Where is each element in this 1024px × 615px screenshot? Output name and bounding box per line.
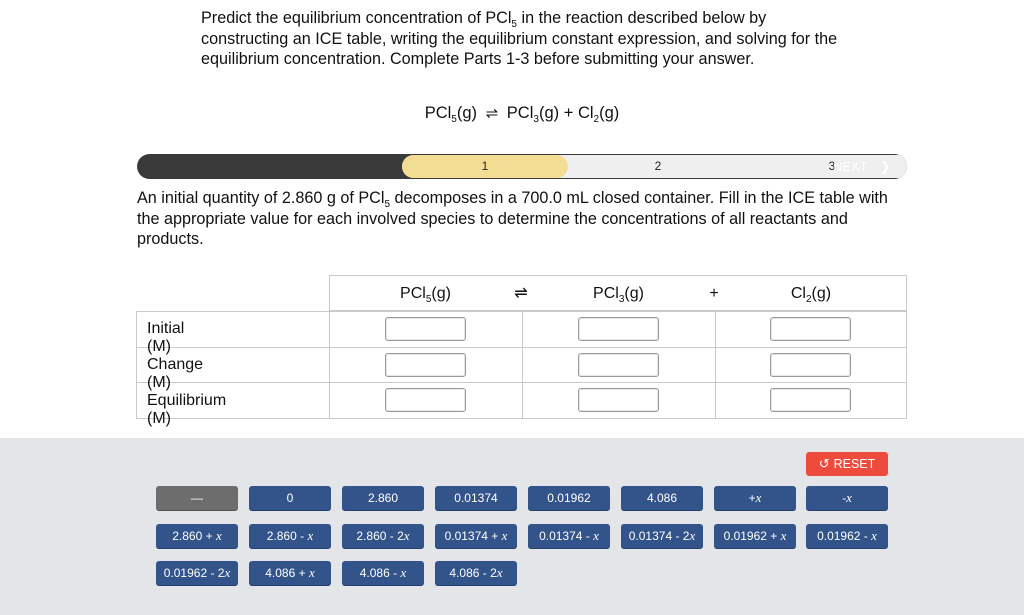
answer-tile[interactable]: 4.086 + x [249, 561, 331, 585]
change-cl2-input[interactable] [770, 353, 851, 377]
equilibrium-cl2-input[interactable] [770, 388, 851, 412]
step-2[interactable]: 2 [655, 154, 662, 179]
row-label-equilibrium: Equilibrium (M) [147, 392, 227, 427]
equilibrium-pcl3-input[interactable] [578, 388, 659, 412]
answer-tile[interactable]: 2.860 [342, 486, 424, 510]
answer-tile[interactable]: 0.01374 - x [528, 524, 610, 548]
header-cl2: Cl2(g) [790, 285, 832, 305]
step-1[interactable]: 1 [482, 154, 489, 179]
answer-tile[interactable]: 0.01962 + x [714, 524, 796, 548]
problem-statement: An initial quantity of 2.860 g of PCl5 d… [137, 189, 888, 248]
answer-tile[interactable]: 2.860 - 2x [342, 524, 424, 548]
answer-tile[interactable]: 0.01374 - 2x [621, 524, 703, 548]
row-label-initial: Initial (M) [147, 320, 185, 355]
undo-icon: ↺ [818, 456, 830, 471]
answer-tile[interactable]: 0.01374 [435, 486, 517, 510]
answer-tile[interactable]: +x [714, 486, 796, 510]
equilibrium-arrow-icon: ⇌ [485, 105, 499, 122]
reaction-equation: PCl5(g) ⇌ PCl3(g) + Cl2(g) [424, 104, 620, 125]
answer-tile[interactable]: -x [806, 486, 888, 510]
answer-tile[interactable]: 2.860 + x [156, 524, 238, 548]
answer-tile[interactable]: 0.01962 - x [806, 524, 888, 548]
answer-tile[interactable]: 0.01962 - 2x [156, 561, 238, 585]
change-pcl5-input[interactable] [385, 353, 466, 377]
initial-cl2-input[interactable] [770, 317, 851, 341]
answer-tile[interactable]: — [156, 486, 238, 510]
answer-tile[interactable]: 2.860 - x [249, 524, 331, 548]
question-prompt: Predict the equilibrium concentration of… [201, 9, 838, 68]
answer-tile-palette: ↺ RESET — 0 2.860 0.01374 0.01962 4.086 +x -x 2.8… [0, 438, 1024, 615]
step-progress-bar: 1 2 3 NEXT ❯ [137, 154, 907, 179]
initial-pcl3-input[interactable] [578, 317, 659, 341]
chevron-right-icon: ❯ [879, 159, 891, 174]
answer-tile[interactable]: 0.01374 + x [435, 524, 517, 548]
next-button[interactable]: NEXT ❯ [833, 154, 891, 179]
answer-tile[interactable]: 4.086 - 2x [435, 561, 517, 585]
answer-tile[interactable]: 0 [249, 486, 331, 510]
initial-pcl5-input[interactable] [385, 317, 466, 341]
answer-tile[interactable]: 4.086 [621, 486, 703, 510]
equilibrium-pcl5-input[interactable] [385, 388, 466, 412]
answer-tile[interactable]: 0.01962 [528, 486, 610, 510]
row-label-change: Change (M) [147, 356, 204, 391]
reset-button[interactable]: ↺ RESET [806, 452, 888, 476]
answer-tile[interactable]: 4.086 - x [342, 561, 424, 585]
change-pcl3-input[interactable] [578, 353, 659, 377]
